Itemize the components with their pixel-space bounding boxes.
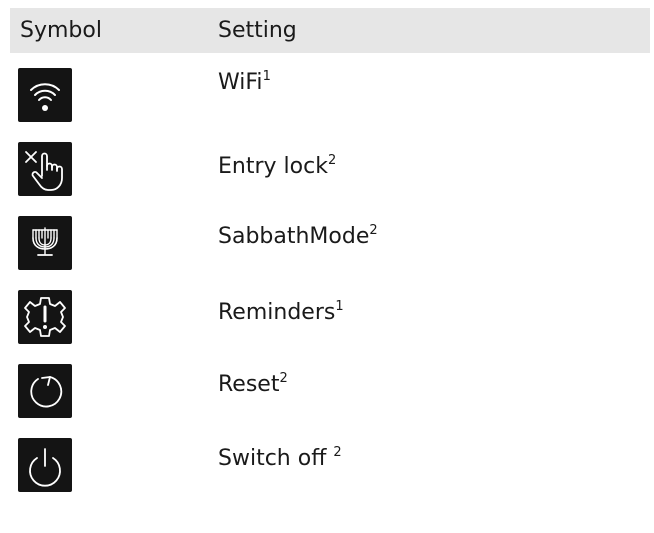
header-setting: Setting bbox=[218, 18, 297, 43]
table-row: WiFi1 bbox=[0, 66, 654, 138]
wifi-icon bbox=[18, 68, 72, 122]
setting-label-reset: Reset2 bbox=[218, 371, 288, 397]
setting-label-reminders: Reminders1 bbox=[218, 299, 344, 325]
setting-label-wifi: WiFi1 bbox=[218, 69, 271, 95]
setting-label-sabbath-mode: SabbathMode2 bbox=[218, 223, 378, 249]
setting-label-entry-lock: Entry lock2 bbox=[218, 153, 337, 179]
header-symbol: Symbol bbox=[20, 18, 102, 43]
setting-label-switch-off: Switch off 2 bbox=[218, 445, 342, 471]
table-header: Symbol Setting bbox=[10, 8, 650, 53]
power-icon bbox=[18, 438, 72, 492]
menorah-icon bbox=[18, 216, 72, 270]
table-row: Switch off 2 bbox=[0, 436, 654, 508]
table-row: Entry lock2 bbox=[0, 140, 654, 212]
reminder-gear-icon bbox=[18, 290, 72, 344]
table-row: Reminders1 bbox=[0, 288, 654, 360]
entry-lock-icon bbox=[18, 142, 72, 196]
table-row: SabbathMode2 bbox=[0, 214, 654, 286]
table-row: Reset2 bbox=[0, 362, 654, 434]
reset-icon bbox=[18, 364, 72, 418]
